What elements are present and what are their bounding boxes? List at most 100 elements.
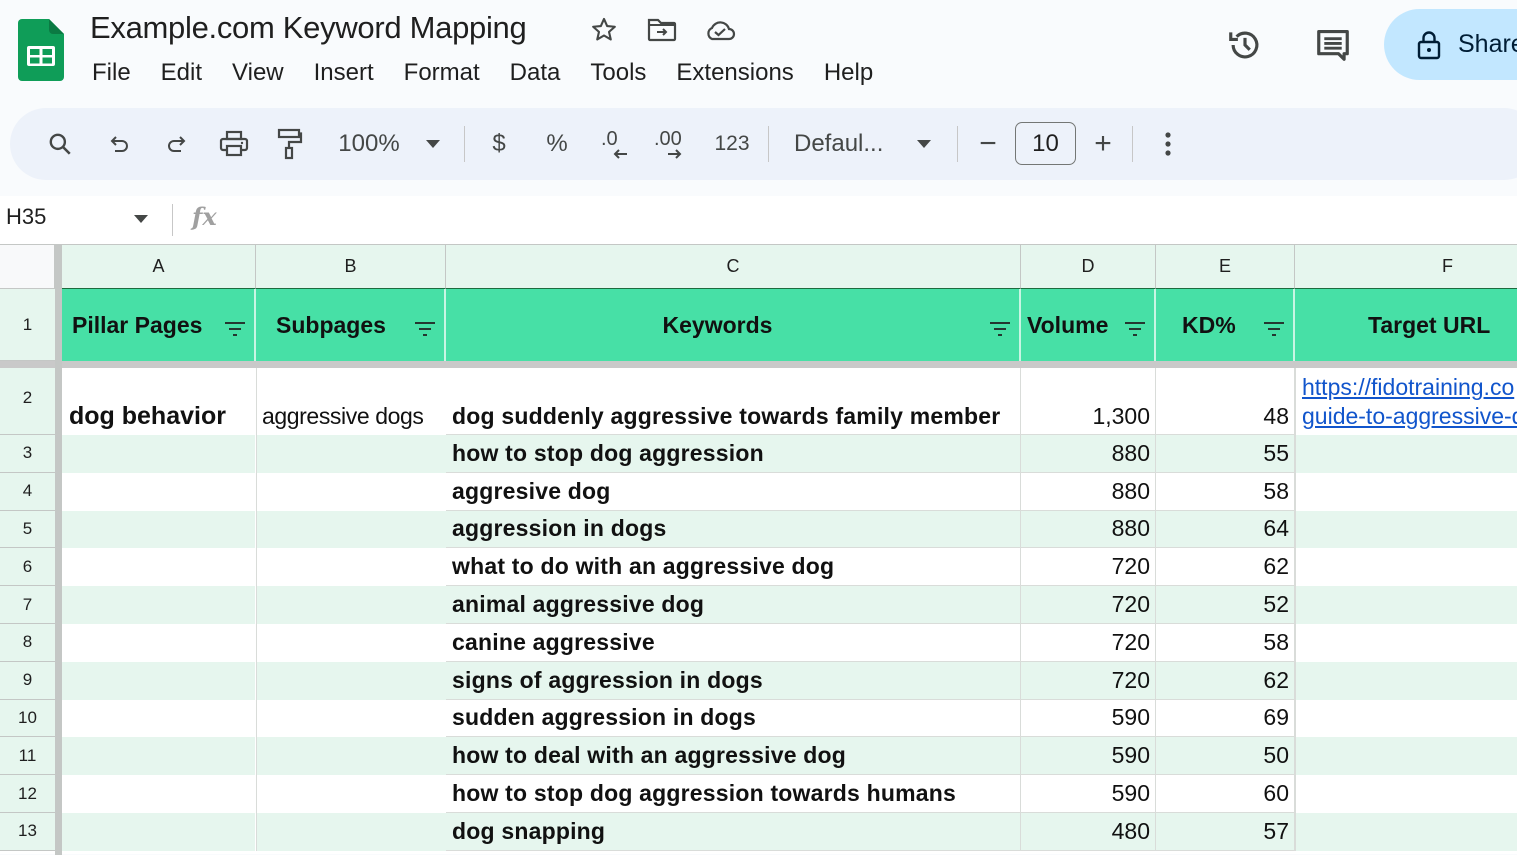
row-header[interactable]: 2	[0, 368, 55, 435]
volume-cell[interactable]: 880	[1021, 435, 1156, 473]
volume-cell[interactable]: 880	[1021, 510, 1156, 549]
font-select[interactable]: Defaul...	[794, 108, 894, 180]
document-title[interactable]: Example.com Keyword Mapping	[90, 10, 527, 46]
row-header[interactable]: 7	[0, 586, 55, 624]
decrease-decimal-button[interactable]: .0	[596, 108, 636, 180]
keyword-cell[interactable]: how to stop dog aggression towards human…	[446, 775, 1021, 813]
font-dropdown-caret[interactable]	[913, 108, 935, 180]
star-icon[interactable]	[588, 14, 620, 46]
filter-icon[interactable]	[1263, 316, 1285, 343]
menu-data[interactable]: Data	[510, 57, 561, 89]
header-cell-kd[interactable]: KD%	[1156, 289, 1295, 361]
volume-cell[interactable]: 720	[1021, 661, 1156, 700]
keyword-cell[interactable]: how to stop dog aggression	[446, 435, 1021, 473]
name-box-caret[interactable]	[134, 210, 148, 228]
keyword-cell[interactable]: dog suddenly aggressive towards family m…	[446, 368, 1021, 435]
kd-cell[interactable]: 64	[1156, 510, 1295, 549]
header-cell-keywords[interactable]: Keywords	[446, 289, 1021, 361]
kd-cell[interactable]: 62	[1156, 548, 1295, 587]
share-button[interactable]: Share	[1384, 9, 1517, 80]
keyword-cell[interactable]: dog snapping	[446, 813, 1021, 851]
volume-cell[interactable]: 880	[1021, 472, 1156, 511]
subpage-merged-cell[interactable]: aggressive dogs	[256, 368, 446, 851]
kd-cell[interactable]: 52	[1156, 586, 1295, 624]
more-formats-button[interactable]: 123	[710, 108, 754, 180]
menu-insert[interactable]: Insert	[314, 57, 374, 89]
column-header-c[interactable]: C	[446, 245, 1021, 289]
name-box[interactable]: H35	[6, 204, 46, 230]
kd-cell[interactable]: 57	[1156, 813, 1295, 851]
filter-icon[interactable]	[414, 316, 436, 343]
column-header-e[interactable]: E	[1156, 245, 1295, 289]
target-url-link-continued[interactable]: guide-to-aggressive-d	[1302, 402, 1517, 431]
volume-cell[interactable]: 590	[1021, 699, 1156, 738]
paint-format-button[interactable]	[272, 108, 308, 180]
volume-cell[interactable]: 480	[1021, 813, 1156, 851]
zoom-dropdown-caret[interactable]	[422, 108, 444, 180]
menu-file[interactable]: File	[92, 57, 131, 89]
select-all-corner[interactable]	[0, 245, 55, 289]
keyword-cell[interactable]: aggresive dog	[446, 472, 1021, 511]
volume-cell[interactable]: 590	[1021, 737, 1156, 776]
keyword-cell[interactable]: sudden aggression in dogs	[446, 699, 1021, 738]
menu-help[interactable]: Help	[824, 57, 873, 89]
row-header[interactable]: 3	[0, 435, 55, 473]
kd-cell[interactable]: 50	[1156, 737, 1295, 776]
column-header-b[interactable]: B	[256, 245, 446, 289]
frozen-column-divider[interactable]	[55, 245, 62, 855]
kd-cell[interactable]: 58	[1156, 472, 1295, 511]
row-header[interactable]: 13	[0, 813, 55, 851]
filter-icon[interactable]	[1124, 316, 1146, 343]
format-percent-button[interactable]: %	[542, 108, 572, 180]
sheets-logo-icon[interactable]	[18, 19, 64, 81]
kd-cell[interactable]: 60	[1156, 775, 1295, 813]
menu-edit[interactable]: Edit	[161, 57, 202, 89]
frozen-row-divider[interactable]	[0, 361, 1517, 368]
column-header-f[interactable]: F	[1295, 245, 1517, 289]
menu-view[interactable]: View	[232, 57, 284, 89]
undo-button[interactable]	[102, 108, 138, 180]
increase-font-size-button[interactable]: +	[1089, 108, 1117, 180]
more-options-button[interactable]	[1156, 108, 1180, 180]
target-url-merged-cell[interactable]: https://fidotraining.co guide-to-aggress…	[1295, 368, 1517, 851]
zoom-select[interactable]: 100%	[335, 108, 403, 180]
header-cell-target-url[interactable]: Target URL	[1295, 289, 1517, 361]
keyword-cell[interactable]: how to deal with an aggressive dog	[446, 737, 1021, 776]
keyword-cell[interactable]: animal aggressive dog	[446, 586, 1021, 624]
redo-button[interactable]	[158, 108, 194, 180]
keyword-cell[interactable]: aggression in dogs	[446, 510, 1021, 549]
volume-cell[interactable]: 720	[1021, 586, 1156, 624]
header-cell-volume[interactable]: Volume	[1021, 289, 1156, 361]
row-header[interactable]: 1	[0, 289, 55, 361]
menu-tools[interactable]: Tools	[590, 57, 646, 89]
header-cell-subpages[interactable]: Subpages	[256, 289, 446, 361]
kd-cell[interactable]: 55	[1156, 435, 1295, 473]
target-url-link[interactable]: https://fidotraining.co	[1302, 373, 1517, 402]
comments-button[interactable]	[1310, 22, 1356, 68]
row-header[interactable]: 12	[0, 775, 55, 813]
search-menus-button[interactable]	[42, 108, 78, 180]
row-header[interactable]: 10	[0, 699, 55, 738]
header-cell-pillar-pages[interactable]: Pillar Pages	[62, 289, 256, 361]
row-header[interactable]: 4	[0, 472, 55, 511]
kd-cell[interactable]: 58	[1156, 624, 1295, 662]
formula-input[interactable]	[240, 202, 1510, 238]
column-header-d[interactable]: D	[1021, 245, 1156, 289]
kd-cell[interactable]: 69	[1156, 699, 1295, 738]
keyword-cell[interactable]: what to do with an aggressive dog	[446, 548, 1021, 587]
keyword-cell[interactable]: signs of aggression in dogs	[446, 661, 1021, 700]
row-header[interactable]: 11	[0, 737, 55, 776]
print-button[interactable]	[214, 108, 254, 180]
kd-cell[interactable]: 48	[1156, 368, 1295, 435]
filter-icon[interactable]	[989, 316, 1011, 343]
version-history-button[interactable]	[1222, 22, 1268, 68]
column-header-a[interactable]: A	[62, 245, 256, 289]
pillar-page-merged-cell[interactable]: dog behavior	[62, 368, 256, 851]
filter-icon[interactable]	[224, 316, 246, 343]
menu-format[interactable]: Format	[404, 57, 480, 89]
cloud-saved-icon[interactable]	[704, 14, 736, 46]
font-size-input[interactable]: 10	[1015, 122, 1076, 165]
move-to-folder-icon[interactable]	[646, 14, 678, 46]
row-header[interactable]: 6	[0, 548, 55, 587]
increase-decimal-button[interactable]: .00	[652, 108, 692, 180]
